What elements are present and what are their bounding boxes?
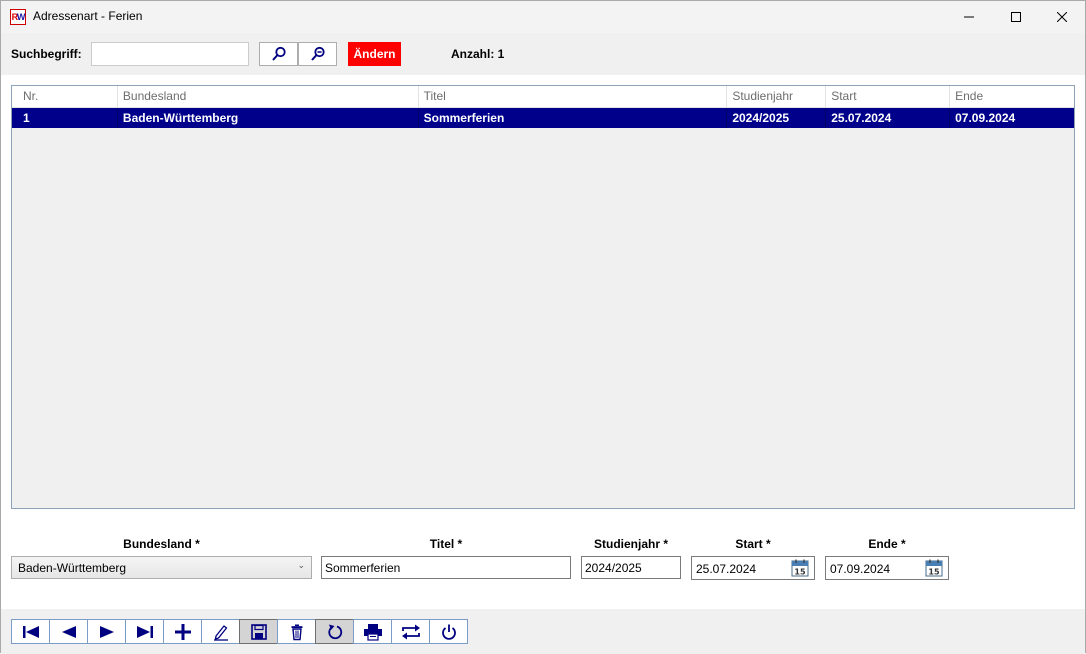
minimize-button[interactable] bbox=[946, 1, 992, 33]
search-clear-button[interactable] bbox=[298, 42, 337, 66]
previous-record-icon bbox=[61, 625, 76, 638]
delete-icon bbox=[291, 624, 302, 640]
titel-label: Titel * bbox=[429, 537, 463, 551]
cell-studienjahr: 2024/2025 bbox=[727, 108, 827, 128]
cell-start: 25.07.2024 bbox=[826, 108, 951, 128]
close-icon bbox=[1057, 12, 1067, 22]
search-icon bbox=[271, 46, 286, 61]
end-date-value: 07.09.2024 bbox=[830, 562, 891, 576]
last-record-button[interactable] bbox=[125, 619, 164, 644]
change-button[interactable]: Ändern bbox=[348, 42, 401, 66]
minimize-icon bbox=[964, 16, 974, 18]
previous-record-button[interactable] bbox=[49, 619, 88, 644]
search-input[interactable] bbox=[91, 42, 249, 66]
start-date-picker[interactable]: 25.07.2024 15 bbox=[691, 556, 815, 580]
maximize-icon bbox=[1011, 12, 1021, 22]
title-bar: RW Adressenart - Ferien bbox=[1, 1, 1085, 33]
cell-bundesland: Baden-Württemberg bbox=[118, 108, 419, 128]
titel-input[interactable] bbox=[321, 556, 571, 579]
search-button[interactable] bbox=[259, 42, 298, 66]
app-logo-icon: RW bbox=[10, 9, 26, 25]
save-icon bbox=[250, 623, 267, 640]
app-window: RW Adressenart - Ferien Suchbegriff: Änd… bbox=[0, 0, 1086, 654]
bundesland-label: Bundesland * bbox=[123, 537, 200, 551]
calendar-icon[interactable]: 15 bbox=[925, 559, 943, 577]
cell-nr: 1 bbox=[18, 108, 118, 128]
column-header-bundesland[interactable]: Bundesland bbox=[118, 86, 419, 107]
svg-text:15: 15 bbox=[794, 568, 806, 577]
maximize-button[interactable] bbox=[993, 1, 1039, 33]
first-record-button[interactable] bbox=[11, 619, 50, 644]
edit-icon bbox=[213, 624, 228, 641]
zoom-out-icon bbox=[310, 46, 325, 61]
print-button[interactable] bbox=[353, 619, 392, 644]
chevron-down-icon: ⌄ bbox=[297, 560, 305, 570]
start-date-value: 25.07.2024 bbox=[696, 562, 757, 576]
bundesland-select[interactable]: Baden-Württemberg ⌄ bbox=[11, 556, 312, 579]
power-icon bbox=[441, 624, 456, 640]
column-header-titel[interactable]: Titel bbox=[419, 86, 728, 107]
record-count: Anzahl: 1 bbox=[451, 47, 505, 61]
first-record-icon bbox=[22, 625, 39, 638]
next-record-button[interactable] bbox=[87, 619, 126, 644]
edit-record-button[interactable] bbox=[201, 619, 240, 644]
ende-label: Ende * bbox=[868, 537, 906, 551]
end-date-picker[interactable]: 07.09.2024 15 bbox=[825, 556, 949, 580]
last-record-icon bbox=[136, 625, 153, 638]
refresh-button[interactable] bbox=[315, 619, 354, 644]
column-header-start[interactable]: Start bbox=[826, 86, 951, 107]
data-grid[interactable]: Nr. Bundesland Titel Studienjahr Start E… bbox=[11, 85, 1075, 509]
refresh-icon bbox=[327, 624, 342, 639]
column-header-ende[interactable]: Ende bbox=[950, 86, 1074, 107]
search-toolbar: Suchbegriff: Ändern Anzahl: 1 bbox=[1, 33, 1085, 75]
close-button[interactable] bbox=[1039, 1, 1085, 33]
cell-ende: 07.09.2024 bbox=[955, 111, 1016, 125]
column-header-studienjahr[interactable]: Studienjahr bbox=[727, 86, 827, 107]
svg-text:15: 15 bbox=[928, 568, 940, 577]
swap-icon bbox=[401, 624, 420, 639]
column-header-nr[interactable]: Nr. bbox=[18, 86, 118, 107]
power-button[interactable] bbox=[429, 619, 468, 644]
delete-record-button[interactable] bbox=[277, 619, 316, 644]
add-icon bbox=[174, 623, 191, 640]
calendar-icon[interactable]: 15 bbox=[791, 559, 809, 577]
window-title: Adressenart - Ferien bbox=[33, 9, 143, 23]
table-row[interactable]: 1 Baden-Württemberg Sommerferien 2024/20… bbox=[12, 108, 1074, 128]
swap-button[interactable] bbox=[391, 619, 430, 644]
start-label: Start * bbox=[735, 537, 771, 551]
search-label: Suchbegriff: bbox=[11, 47, 82, 61]
grid-header: Nr. Bundesland Titel Studienjahr Start E… bbox=[12, 86, 1074, 108]
save-record-button[interactable] bbox=[239, 619, 278, 644]
add-record-button[interactable] bbox=[163, 619, 202, 644]
studienjahr-input[interactable] bbox=[581, 556, 681, 579]
navigation-toolbar bbox=[11, 619, 468, 644]
cell-titel: Sommerferien bbox=[419, 108, 728, 128]
bundesland-select-value: Baden-Württemberg bbox=[18, 561, 127, 575]
studienjahr-label: Studienjahr * bbox=[593, 537, 668, 551]
print-icon bbox=[363, 623, 382, 641]
next-record-icon bbox=[99, 625, 114, 638]
